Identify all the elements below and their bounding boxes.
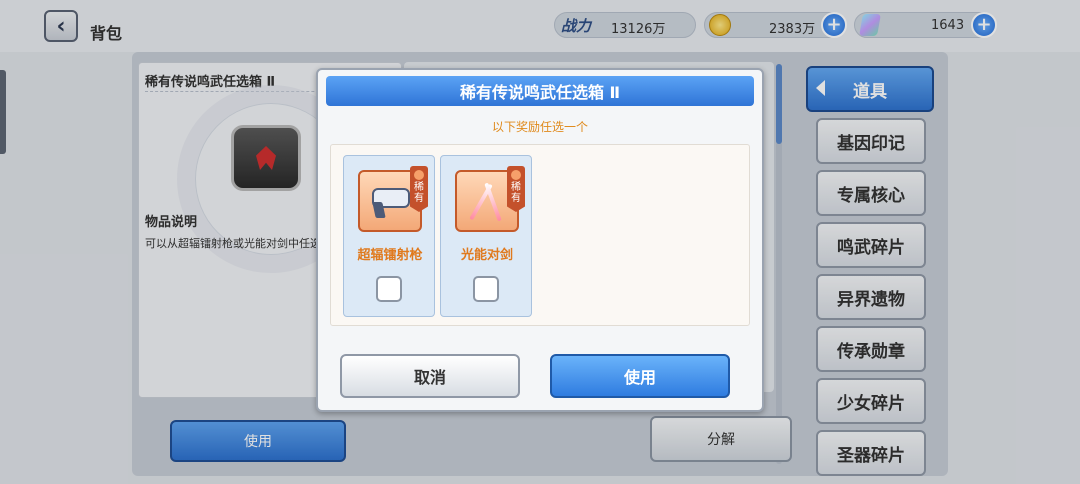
light-swords-icon: 稀有 [455,166,525,232]
choice-name: 光能对剑 [460,248,513,263]
confirm-use-button[interactable]: 使用 [550,354,730,398]
sword-blade [484,182,502,222]
dialog-subtitle: 以下奖励任选一个 [491,120,588,134]
choice-list: 稀有 超辐镭射枪 稀有 光能对剑 [330,144,750,326]
rarity-badge: 稀有 [507,166,525,212]
laser-gun-icon: 稀有 [358,166,428,232]
choice-card-laser-gun[interactable]: 稀有 超辐镭射枪 [343,155,435,317]
rarity-icon [511,170,521,180]
rarity-label: 稀有 [511,182,521,204]
choice-checkbox[interactable] [376,276,402,302]
choice-card-light-swords[interactable]: 稀有 光能对剑 [440,155,532,317]
rarity-badge: 稀有 [410,166,428,212]
choice-name: 超辐镭射枪 [357,248,423,263]
dialog-title: 稀有传说鸣武任选箱 Ⅱ [326,76,754,106]
rarity-label: 稀有 [414,182,424,204]
rarity-icon [414,170,424,180]
cancel-button[interactable]: 取消 [340,354,520,398]
choice-checkbox[interactable] [473,276,499,302]
select-reward-dialog: 稀有传说鸣武任选箱 Ⅱ 以下奖励任选一个 稀有 超辐镭射枪 稀有 光能对剑 取消… [316,68,764,412]
